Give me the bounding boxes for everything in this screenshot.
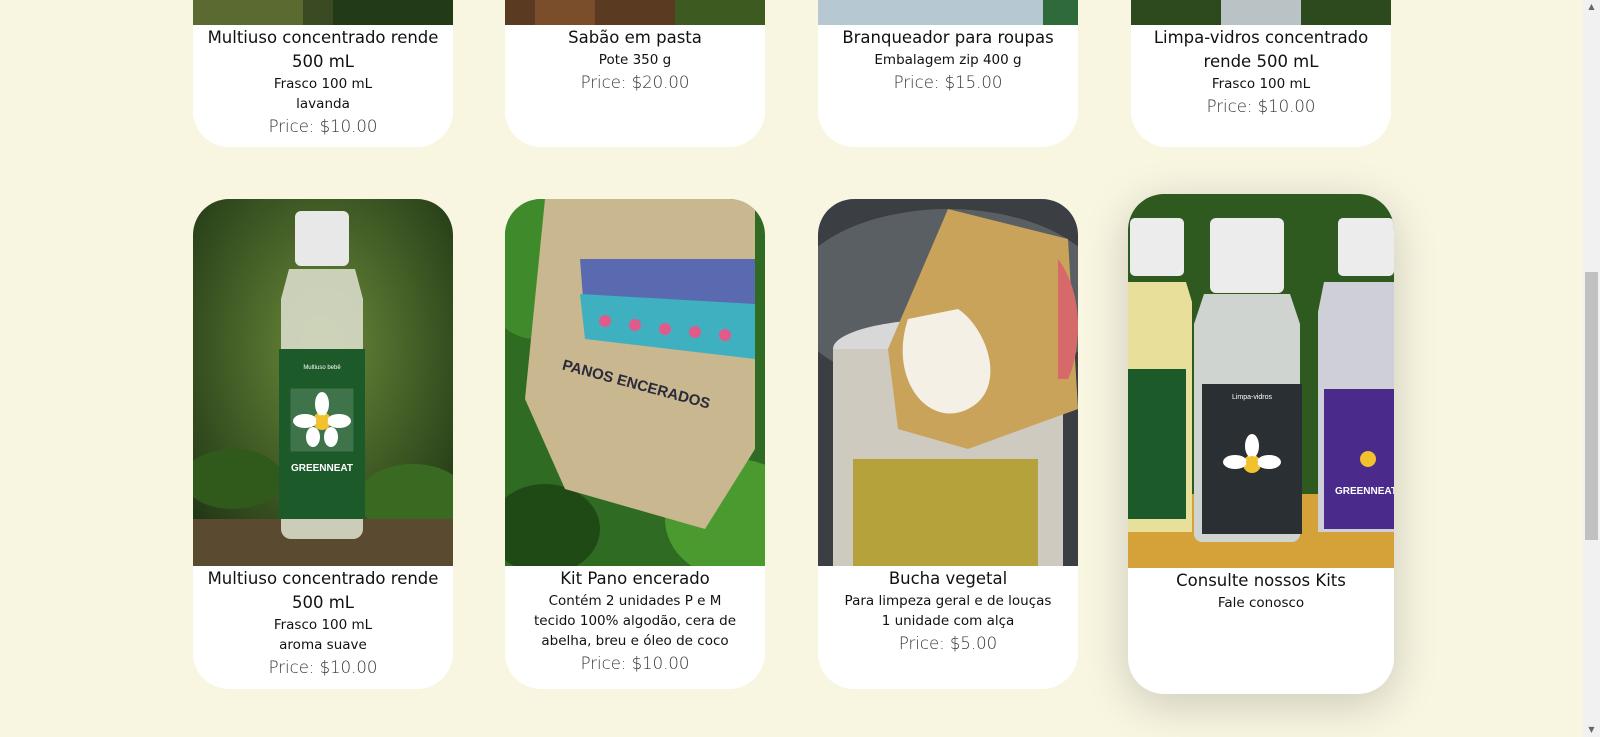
product-photo bbox=[818, 199, 1078, 566]
product-price: Price: $10.00 bbox=[268, 658, 378, 677]
product-price: Price: $15.00 bbox=[893, 73, 1003, 92]
product-detail: Frasco 100 mL bbox=[273, 617, 373, 633]
product-price: Price: $5.00 bbox=[898, 634, 998, 653]
kits-card[interactable]: Limpa-vidros GREENNEAT Consulte nossos K… bbox=[1128, 194, 1394, 694]
product-detail: Pote 350 g bbox=[598, 52, 672, 68]
product-photo: GREENNEAT Multiuso bebê bbox=[193, 199, 453, 566]
vertical-scrollbar[interactable]: ▲ ▼ bbox=[1583, 0, 1600, 737]
product-title: Sabão em pasta bbox=[568, 28, 702, 47]
bottle-label: Multiuso bebê bbox=[303, 365, 341, 371]
product-card[interactable]: GREENNEAT Multiuso bebê Multiuso concent… bbox=[193, 199, 453, 689]
product-title: Multiuso concentrado rende 500 mL bbox=[207, 28, 439, 71]
scroll-down-arrow-icon[interactable]: ▼ bbox=[1583, 723, 1600, 737]
product-title: Multiuso concentrado rende 500 mL bbox=[207, 569, 439, 612]
bottle-brand: GREENNEAT bbox=[291, 463, 353, 474]
product-detail: Frasco 100 mL bbox=[273, 76, 373, 92]
scroll-thumb[interactable] bbox=[1585, 272, 1598, 540]
product-detail: lavanda bbox=[296, 96, 350, 112]
product-title: Bucha vegetal bbox=[888, 569, 1008, 588]
product-detail: tecido 100% algodão, cera de abelha, bre… bbox=[533, 613, 737, 649]
scroll-up-arrow-icon[interactable]: ▲ bbox=[1583, 0, 1600, 14]
product-title: Limpa-vidros concentrado rende 500 mL bbox=[1153, 28, 1369, 71]
product-detail: Para limpeza geral e de louças bbox=[844, 593, 1052, 609]
product-title: Branqueador para roupas bbox=[842, 28, 1054, 47]
product-detail: aroma suave bbox=[279, 637, 367, 653]
product-detail: Embalagem zip 400 g bbox=[874, 52, 1022, 68]
product-title: Kit Pano encerado bbox=[560, 569, 710, 588]
product-price: Price: $10.00 bbox=[268, 117, 378, 136]
product-card[interactable]: Limpa-vidros concentrado rende 500 mL Fr… bbox=[1131, 0, 1391, 147]
product-photo bbox=[1131, 0, 1391, 25]
kits-title: Consulte nossos Kits bbox=[1176, 571, 1346, 590]
bottle-brand: GREENNEAT bbox=[1335, 486, 1394, 497]
product-photo: PANOS ENCERADOS bbox=[505, 199, 765, 566]
product-card[interactable]: Sabão em pasta Pote 350 g Price: $20.00 bbox=[505, 0, 765, 147]
product-photo bbox=[818, 0, 1078, 25]
product-price: Price: $10.00 bbox=[1206, 97, 1316, 116]
product-card[interactable]: Branqueador para roupas Embalagem zip 40… bbox=[818, 0, 1078, 147]
product-card[interactable]: PANOS ENCERADOS Kit Pano encerado Contém… bbox=[505, 199, 765, 689]
product-detail: Frasco 100 mL bbox=[1211, 76, 1311, 92]
product-detail: Contém 2 unidades P e M bbox=[548, 593, 722, 609]
bottle-label: Limpa-vidros bbox=[1232, 394, 1273, 401]
product-card[interactable]: Bucha vegetal Para limpeza geral e de lo… bbox=[818, 199, 1078, 689]
product-card[interactable]: Multiuso concentrado rende 500 mL Frasco… bbox=[193, 0, 453, 147]
product-photo bbox=[505, 0, 765, 25]
kits-photo: Limpa-vidros GREENNEAT bbox=[1128, 194, 1394, 568]
product-price: Price: $20.00 bbox=[580, 73, 690, 92]
kits-contact[interactable]: Fale conosco bbox=[1128, 593, 1394, 613]
product-photo bbox=[193, 0, 453, 25]
product-detail: 1 unidade com alça bbox=[881, 613, 1015, 629]
product-price: Price: $10.00 bbox=[580, 654, 690, 673]
